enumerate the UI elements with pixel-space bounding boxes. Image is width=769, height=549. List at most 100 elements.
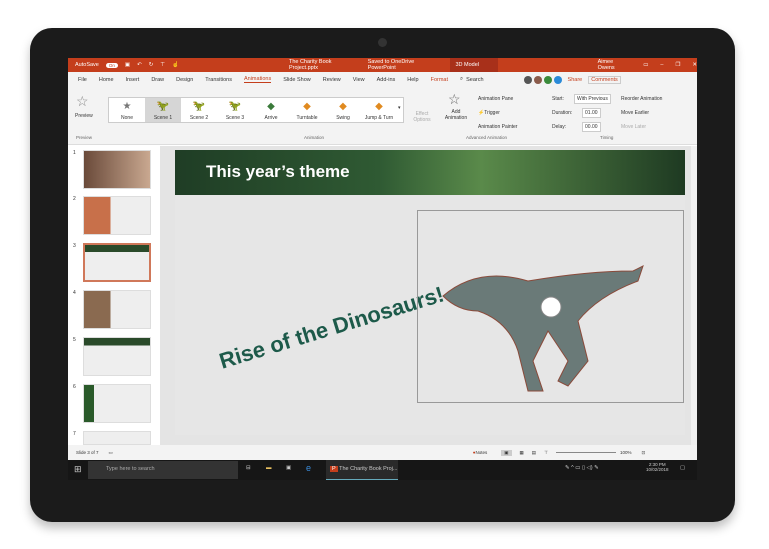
redo-icon[interactable]: ↻ [149,62,154,68]
slide-thumbnail[interactable] [83,290,151,329]
user-name[interactable]: Aimee Owens [598,59,632,71]
powerpoint-taskbar-button[interactable]: P The Charity Book Proj... [326,460,398,480]
search-taskbar[interactable]: Type here to search [88,461,238,479]
slide-number: 3 [73,243,76,249]
slide-thumbnail[interactable] [83,196,151,235]
tab-transitions[interactable]: Transitions [205,77,232,83]
save-icon[interactable]: ▣ [125,62,130,68]
touch-icon[interactable]: ☝ [172,62,179,68]
move-earlier-button[interactable]: Move Earlier [621,110,649,116]
autosave-toggle[interactable]: On [105,62,118,68]
comments-button[interactable]: Comments [588,75,621,84]
gallery-more-icon[interactable]: ▾ [398,105,401,111]
gallery-jump-turn[interactable]: ◆ Jump & Turn [361,98,397,122]
label: Trigger [484,110,500,116]
doc-title: The Charity Book Project.pptx [288,59,332,71]
tab-format[interactable]: Format [431,77,448,83]
tab-insert[interactable]: Insert [126,77,140,83]
slide-thumbnail[interactable] [83,384,151,423]
slide-thumbnail-selected[interactable] [83,243,151,282]
preview-button[interactable]: Preview [75,113,93,119]
move-later-button[interactable]: Move Later [621,124,646,130]
slide-canvas[interactable]: This year’s theme Rise of the Dinosaurs! [175,150,685,435]
add-animation-button[interactable]: Add Animation [443,109,469,121]
tab-slide-show[interactable]: Slide Show [283,77,311,83]
action-center-icon[interactable]: ▢ [680,465,685,471]
title-bar: AutoSave On ▣ ↶ ↻ ⊤ ☝ The Charity Book P… [68,58,697,82]
close-button[interactable]: ✕ [692,62,697,68]
slide-sorter-button[interactable]: ▦ [520,450,524,456]
start-select[interactable]: With Previous [574,94,611,104]
tab-review[interactable]: Review [323,77,341,83]
tab-help[interactable]: Help [407,77,418,83]
powerpoint-icon: P [330,466,338,472]
slide-thumbnail[interactable] [83,431,151,445]
normal-view-button[interactable]: ▣ [501,449,512,456]
fit-slide-icon[interactable]: ⊡ [642,450,646,456]
accessibility-icon[interactable]: ▭ [109,450,113,456]
avatar[interactable] [543,75,552,84]
task-view-icon[interactable]: ⊟ [246,465,251,471]
delay-input[interactable]: 00.00 [582,122,601,132]
gallery-scene-2[interactable]: 🦖 Scene 2 [181,98,217,122]
trigger-button[interactable]: ⚡Trigger [478,110,500,116]
avatar[interactable] [553,75,562,84]
edge-icon[interactable]: e [306,463,311,473]
animation-gallery: ★ None 🦖 Scene 1 🦖 Scene 2 🦖 Scene 3 ◆ Arrive… [108,97,404,123]
search-box[interactable]: Search [466,77,483,83]
tab-animations[interactable]: Animations [243,76,272,83]
avatar[interactable] [523,75,532,84]
system-tray-icons[interactable]: ✎ ^ ▭ ▯ ◁) ✎ [565,465,599,471]
3d-model-selection[interactable] [417,210,684,403]
rotate-3d-handle[interactable] [540,296,562,318]
maximize-button[interactable]: ❐ [675,62,680,68]
windows-start-icon[interactable]: ⊞ [74,464,82,475]
group-timing: Timing [600,135,614,140]
tab-draw[interactable]: Draw [151,77,164,83]
animation-pane-button[interactable]: Animation Pane [478,96,513,102]
store-icon[interactable]: ▣ [286,465,291,471]
search-icon[interactable]: ⌕ [460,76,463,83]
undo-icon[interactable]: ↶ [137,62,142,68]
gallery-swing[interactable]: ◆ Swing [325,98,361,122]
slide-thumbnail[interactable] [83,337,151,376]
slide-number: 4 [73,290,76,296]
dinosaur-3d-model[interactable] [418,211,685,404]
tab-view[interactable]: View [353,77,365,83]
effect-options-button[interactable]: Effect Options [410,111,434,123]
tab-add-ins[interactable]: Add-ins [377,77,396,83]
vertical-scrollbar[interactable] [691,146,697,445]
file-explorer-icon[interactable]: ▬ [266,465,272,471]
avatar[interactable] [533,75,542,84]
gallery-none[interactable]: ★ None [109,98,145,122]
gallery-scene-1[interactable]: 🦖 Scene 1 [145,98,181,122]
label: Scene 3 [225,115,245,121]
gallery-turntable[interactable]: ◆ Turntable [289,98,325,122]
preview-star-icon[interactable]: ☆ [76,93,89,110]
ribbon-display-icon[interactable]: ▭ [643,62,648,68]
gallery-arrive[interactable]: ◆ Arrive [253,98,289,122]
slide-thumbnail[interactable] [83,150,151,189]
clock[interactable]: 2:30 PM 10/02/2018 [646,462,669,472]
slideshow-button[interactable]: ⊤ [544,450,548,456]
ribbon: ☆ Preview ★ None 🦖 Scene 1 🦖 Scene 2 🦖 Scene… [68,87,697,145]
share-button[interactable]: Share [568,77,583,83]
slide-number: 6 [73,384,76,390]
zoom-slider[interactable] [555,452,616,453]
zoom-level[interactable]: 100% [620,450,632,455]
slide-text[interactable]: Rise of the Dinosaurs! [216,281,447,374]
app-label: The Charity Book Proj... [339,466,398,472]
slide-title[interactable]: This year’s theme [206,162,350,182]
present-icon[interactable]: ⊤ [160,62,165,68]
taskbar: ⊞ Type here to search ⊟ ▬ ▣ e P The Char… [68,460,697,480]
minimize-button[interactable]: – [660,62,663,68]
tab-home[interactable]: Home [99,77,114,83]
dinosaur-icon: 🦖 [156,101,170,112]
notes-button[interactable]: Notes [476,450,488,455]
tab-design[interactable]: Design [176,77,193,83]
gallery-scene-3[interactable]: 🦖 Scene 3 [217,98,253,122]
animation-painter-button[interactable]: Animation Painter [478,124,517,130]
reading-view-button[interactable]: ▤ [532,450,536,456]
tab-file[interactable]: File [78,77,87,83]
duration-input[interactable]: 01.00 [582,108,601,118]
